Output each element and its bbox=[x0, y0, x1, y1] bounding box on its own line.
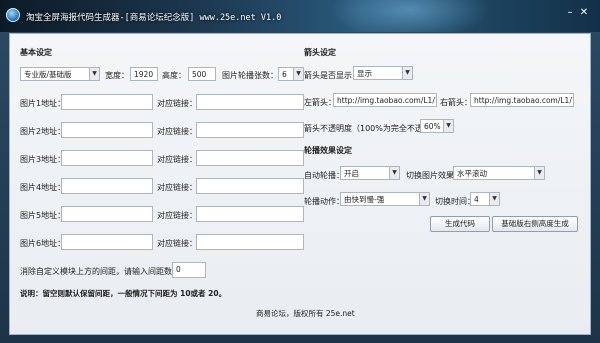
switch-time-value: 4 bbox=[474, 195, 479, 204]
image-2-input[interactable] bbox=[61, 122, 153, 138]
switch-time-select[interactable]: 4 ▼ bbox=[470, 192, 500, 206]
carousel-settings-heading: 轮播效果设定 bbox=[304, 146, 352, 155]
link-1-input[interactable] bbox=[196, 94, 304, 110]
switch-effect-select[interactable]: 水平滚动 ▼ bbox=[453, 166, 545, 180]
chevron-down-icon: ▼ bbox=[443, 120, 453, 132]
link-5-label: 对应链接： bbox=[157, 211, 197, 220]
arrow-opacity-select[interactable]: 60% ▼ bbox=[420, 119, 454, 133]
carousel-count-select[interactable]: 6 ▼ bbox=[278, 67, 304, 81]
image-4-label: 图片4地址： bbox=[20, 183, 66, 192]
link-1-label: 对应链接： bbox=[157, 99, 197, 108]
chevron-down-icon: ▼ bbox=[419, 193, 429, 205]
gap-input[interactable]: 0 bbox=[172, 262, 206, 278]
chevron-down-icon: ▼ bbox=[89, 68, 99, 80]
right-arrow-label: 右箭头： bbox=[440, 98, 472, 107]
main-panel: 基本设定 专业版/基础版 ▼ 宽度： 1920 高度： 500 图片轮播张数： … bbox=[9, 33, 591, 335]
image-6-label: 图片6地址： bbox=[20, 239, 66, 248]
arrow-show-select[interactable]: 显示 ▼ bbox=[353, 66, 413, 80]
close-button[interactable]: ✕ bbox=[577, 7, 591, 19]
app-window: 淘宝全屏海报代码生成器-[商易论坛纪念版] www.25e.net V1.0 –… bbox=[0, 0, 600, 343]
left-arrow-label: 左箭头： bbox=[304, 98, 336, 107]
switch-time-label: 切换时间： bbox=[435, 197, 475, 206]
title-bar-glow bbox=[330, 0, 490, 32]
carousel-count-value: 6 bbox=[282, 70, 287, 79]
footer-copyright: 商易论坛，版权所有 25e.net bbox=[256, 309, 355, 318]
minimize-button[interactable]: – bbox=[563, 7, 577, 19]
arrow-show-label: 箭头是否显示： bbox=[304, 71, 360, 80]
arrow-show-value: 显示 bbox=[357, 69, 372, 78]
carousel-action-select[interactable]: 由快到慢-强 ▼ bbox=[340, 192, 430, 206]
carousel-action-label: 轮播动作： bbox=[304, 197, 344, 206]
image-6-input[interactable] bbox=[61, 234, 153, 250]
image-3-input[interactable] bbox=[61, 150, 153, 166]
chevron-down-icon: ▼ bbox=[534, 167, 544, 179]
switch-effect-value: 水平滚动 bbox=[457, 169, 487, 178]
auto-play-label: 自动轮播： bbox=[304, 171, 344, 180]
right-arrow-input[interactable]: http://img.taobao.com/L1/14 bbox=[470, 93, 574, 107]
link-6-input[interactable] bbox=[196, 234, 304, 250]
image-1-input[interactable] bbox=[61, 94, 153, 110]
auto-play-value: 开启 bbox=[344, 169, 359, 178]
link-2-label: 对应链接： bbox=[157, 127, 197, 136]
image-5-label: 图片5地址： bbox=[20, 211, 66, 220]
basic-settings-heading: 基本设定 bbox=[20, 48, 52, 57]
generate-right-height-button[interactable]: 基础版右侧高度生成 bbox=[492, 216, 578, 232]
link-4-input[interactable] bbox=[196, 178, 304, 194]
window-title: 淘宝全屏海报代码生成器-[商易论坛纪念版] www.25e.net V1.0 bbox=[26, 13, 282, 23]
link-4-label: 对应链接： bbox=[157, 183, 197, 192]
chevron-down-icon: ▼ bbox=[293, 68, 303, 80]
image-5-input[interactable] bbox=[61, 206, 153, 222]
carousel-action-value: 由快到慢-强 bbox=[344, 195, 385, 204]
link-3-label: 对应链接： bbox=[157, 155, 197, 164]
chevron-down-icon: ▼ bbox=[402, 67, 412, 79]
arrow-opacity-value: 60% bbox=[424, 122, 441, 131]
link-6-label: 对应链接： bbox=[157, 239, 197, 248]
left-arrow-input[interactable]: http://img.taobao.com/L1/14 bbox=[333, 93, 437, 107]
carousel-count-label: 图片轮播张数： bbox=[222, 71, 278, 80]
arrow-settings-heading: 箭头设定 bbox=[304, 48, 336, 57]
link-5-input[interactable] bbox=[196, 206, 304, 222]
version-select-value: 专业版/基础版 bbox=[24, 70, 72, 79]
usage-note: 说明：留空则默认保留间距，一般情况下间距为 10或者 20。 bbox=[20, 289, 227, 298]
image-3-label: 图片3地址： bbox=[20, 155, 66, 164]
auto-play-select[interactable]: 开启 ▼ bbox=[340, 166, 400, 180]
app-icon bbox=[6, 8, 20, 22]
width-label: 宽度： bbox=[105, 71, 129, 80]
link-3-input[interactable] bbox=[196, 150, 304, 166]
title-bar: 淘宝全屏海报代码生成器-[商易论坛纪念版] www.25e.net V1.0 –… bbox=[0, 0, 600, 32]
image-1-label: 图片1地址： bbox=[20, 99, 66, 108]
chevron-down-icon: ▼ bbox=[389, 167, 399, 179]
version-select[interactable]: 专业版/基础版 ▼ bbox=[20, 67, 100, 81]
image-4-input[interactable] bbox=[61, 178, 153, 194]
chevron-down-icon: ▼ bbox=[489, 193, 499, 205]
generate-code-button[interactable]: 生成代码 bbox=[430, 216, 490, 232]
link-2-input[interactable] bbox=[196, 122, 304, 138]
height-label: 高度： bbox=[162, 71, 186, 80]
height-input[interactable]: 500 bbox=[188, 67, 216, 81]
image-2-label: 图片2地址： bbox=[20, 127, 66, 136]
gap-label: 消除自定义模块上方的间距，请输入间距数值： bbox=[20, 267, 188, 276]
width-input[interactable]: 1920 bbox=[130, 67, 158, 81]
